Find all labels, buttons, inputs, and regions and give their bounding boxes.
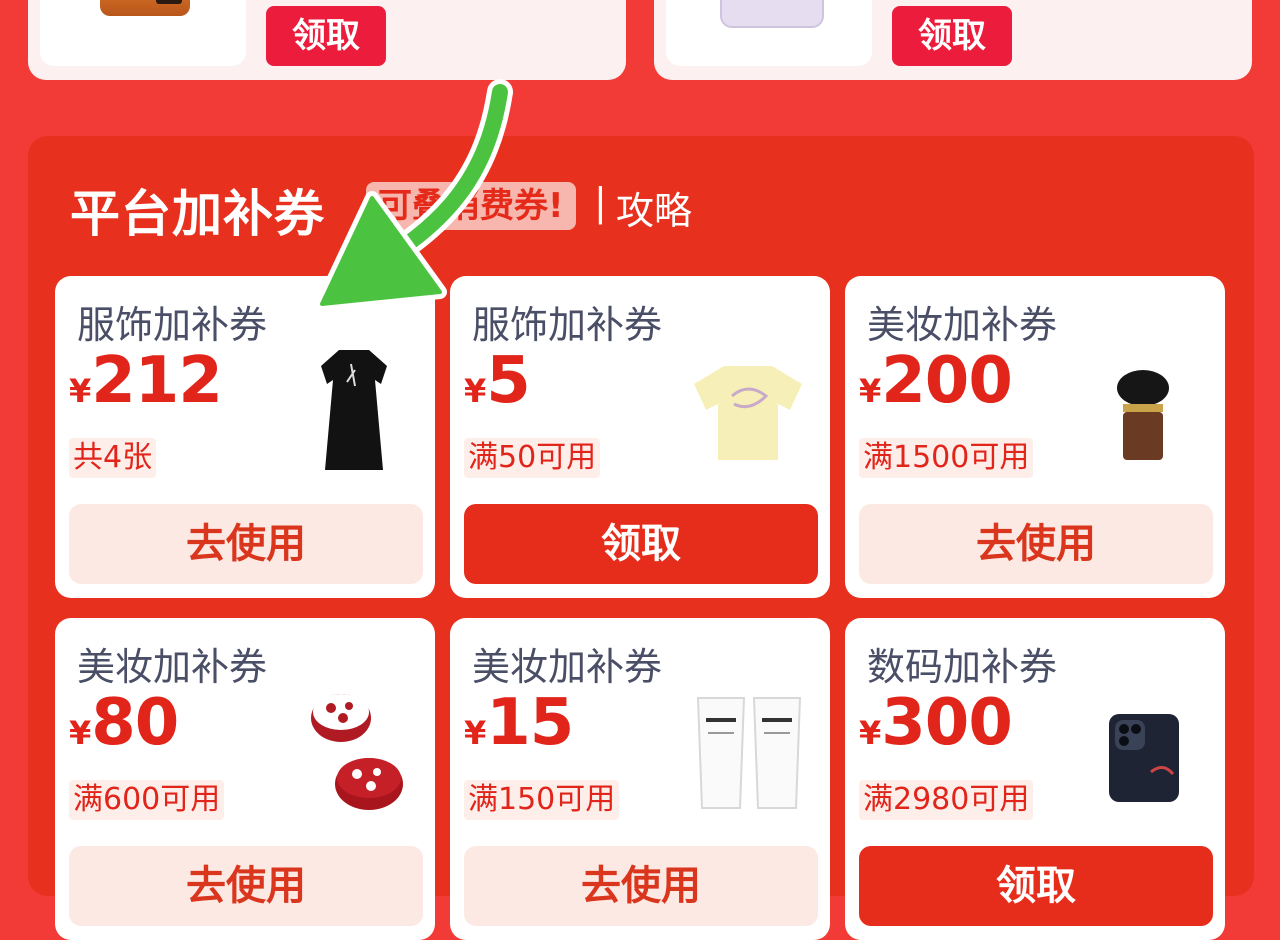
orange-product-image xyxy=(100,0,190,16)
use-button[interactable]: 去使用 xyxy=(859,504,1213,584)
amount-value: 200 xyxy=(881,344,1013,418)
top-coupon-card-left: 领取 xyxy=(28,0,626,80)
cleanser-tubes-image xyxy=(696,697,802,809)
cushion-compacts-image xyxy=(311,694,403,810)
amount-value: 5 xyxy=(486,344,531,418)
smartphone-image xyxy=(1109,714,1179,802)
use-button[interactable]: 去使用 xyxy=(464,846,818,926)
claim-button[interactable]: 领取 xyxy=(266,6,386,66)
guide-link[interactable]: 攻略 xyxy=(616,180,692,235)
amount-value: 212 xyxy=(91,344,223,418)
coupon-card[interactable]: 美妆加补券 ¥80 满600可用 去使用 xyxy=(55,618,435,940)
coupon-card[interactable]: 美妆加补券 ¥15 满150可用 去使用 xyxy=(450,618,830,940)
coupon-condition: 满2980可用 xyxy=(859,780,1034,820)
separator: | xyxy=(594,180,607,224)
claim-button[interactable]: 领取 xyxy=(464,504,818,584)
product-thumbnail[interactable] xyxy=(40,0,246,66)
currency-symbol: ¥ xyxy=(464,372,487,410)
coupon-condition: 满150可用 xyxy=(464,780,620,820)
black-dress-image xyxy=(321,350,387,470)
coupon-name: 服饰加补券 xyxy=(472,303,663,347)
coupon-condition: 共4张 xyxy=(69,438,157,478)
currency-symbol: ¥ xyxy=(464,714,487,752)
currency-symbol: ¥ xyxy=(69,372,92,410)
use-button[interactable]: 去使用 xyxy=(69,504,423,584)
amount-value: 15 xyxy=(486,686,574,760)
currency-symbol: ¥ xyxy=(69,714,92,752)
makeup-brush-image xyxy=(1117,370,1169,460)
currency-symbol: ¥ xyxy=(859,372,882,410)
coupon-name: 服饰加补券 xyxy=(77,303,268,347)
lilac-product-image xyxy=(720,0,824,28)
coupon-amount: ¥200 xyxy=(859,344,1013,418)
coupon-card[interactable]: 数码加补券 ¥300 满2980可用 领取 xyxy=(845,618,1225,940)
platform-subsidy-section: 平台加补券 可叠消费券! | 攻略 服饰加补券 ¥212 共4张 去使用 服饰加… xyxy=(28,136,1254,940)
coupon-condition: 满50可用 xyxy=(464,438,601,478)
coupon-amount: ¥300 xyxy=(859,686,1013,760)
currency-symbol: ¥ xyxy=(859,714,882,752)
coupon-card[interactable]: 美妆加补券 ¥200 满1500可用 去使用 xyxy=(845,276,1225,598)
coupon-amount: ¥5 xyxy=(464,344,531,418)
top-coupon-card-right: 领取 xyxy=(654,0,1252,80)
product-thumbnail[interactable] xyxy=(666,0,872,66)
claim-button[interactable]: 领取 xyxy=(892,6,1012,66)
coupon-name: 美妆加补券 xyxy=(867,303,1058,347)
coupon-name: 美妆加补券 xyxy=(77,645,268,689)
coupon-card[interactable]: 服饰加补券 ¥212 共4张 去使用 xyxy=(55,276,435,598)
stackable-tag: 可叠消费券! xyxy=(366,182,576,230)
coupon-condition: 满1500可用 xyxy=(859,438,1034,478)
coupon-name: 数码加补券 xyxy=(867,645,1058,689)
use-button[interactable]: 去使用 xyxy=(69,846,423,926)
amount-value: 300 xyxy=(881,686,1013,760)
coupon-amount: ¥80 xyxy=(69,686,179,760)
claim-button[interactable]: 领取 xyxy=(859,846,1213,926)
coupon-amount: ¥212 xyxy=(69,344,223,418)
coupon-name: 美妆加补券 xyxy=(472,645,663,689)
coupon-card[interactable]: 服饰加补券 ¥5 满50可用 领取 xyxy=(450,276,830,598)
coupon-amount: ¥15 xyxy=(464,686,574,760)
coupon-condition: 满600可用 xyxy=(69,780,225,820)
yellow-tshirt-image xyxy=(694,366,802,460)
amount-value: 80 xyxy=(91,686,179,760)
section-title: 平台加补券 xyxy=(70,185,325,243)
